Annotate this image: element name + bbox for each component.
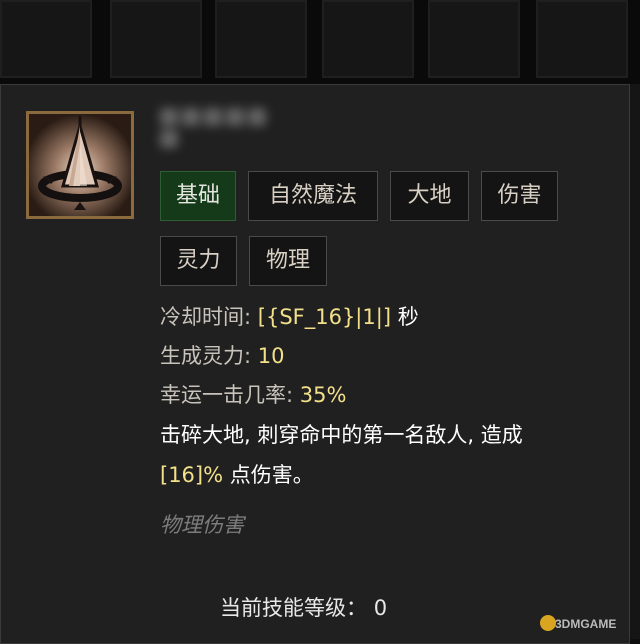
inventory-slot [0,0,92,78]
skill-name-glyph [160,108,178,126]
lucky-hit-stat: 幸运一击几率: 35% [160,380,346,410]
inventory-slot [215,0,307,78]
watermark: 3DMGAME [555,617,617,631]
cooldown-label: 冷却时间: [160,305,252,329]
watermark-logo-icon [540,615,556,631]
tag-physical: 物理 [249,236,327,286]
current-level-label: 当前技能等级： [220,596,367,620]
tag-spirit: 灵力 [160,236,237,286]
spirit-label: 生成灵力: [160,344,252,368]
skill-description-line2: [16]% 点伤害。 [160,460,314,490]
description-damage-value: [16]% [160,463,224,487]
lucky-hit-value: 35% [299,383,347,407]
skill-name-glyph [204,108,222,126]
skill-description-line1: 击碎大地, 刺穿命中的第一名敌人, 造成 [160,423,523,447]
cooldown-value: [{SF_16}|1|] [257,305,392,329]
spirit-value: 10 [257,344,285,368]
cooldown-unit: 秒 [397,305,419,329]
skill-name-text [160,130,178,148]
description-suffix: 点伤害。 [229,463,314,487]
skill-name-blurred [160,108,290,154]
skill-name-glyph [226,108,244,126]
tag-earth: 大地 [390,171,469,221]
damage-type-flavor: 物理伤害 [160,513,244,537]
inventory-slot [536,0,628,78]
tag-nature-magic: 自然魔法 [248,171,378,221]
tag-damage: 伤害 [481,171,558,221]
cooldown-stat: 冷却时间: [{SF_16}|1|] 秒 [160,302,419,332]
scrollbar-strip [630,84,640,639]
skill-name-glyph [248,108,266,126]
skill-name-glyph [182,108,200,126]
inventory-slot [428,0,520,78]
inventory-slot [110,0,202,78]
lucky-hit-label: 幸运一击几率: [160,383,294,407]
tag-basic: 基础 [160,171,236,221]
current-level-value: 0 [373,596,388,620]
background-top [0,0,640,84]
spirit-stat: 生成灵力: 10 [160,341,285,371]
current-skill-level: 当前技能等级： 0 [220,592,387,622]
inventory-slot [322,0,414,78]
earth-spike-icon[interactable] [26,111,134,219]
